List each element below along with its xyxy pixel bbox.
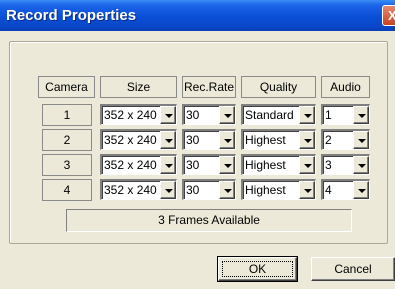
- quality-value: Highest: [245, 158, 286, 172]
- size-value: 352 x 240: [104, 133, 157, 147]
- dropdown-button[interactable]: [160, 156, 176, 174]
- chevron-down-icon: [224, 189, 232, 193]
- dropdown-button[interactable]: [160, 106, 176, 124]
- header-size: Size: [100, 76, 177, 98]
- chevron-down-icon: [165, 164, 173, 168]
- chevron-down-icon: [304, 139, 312, 143]
- title-bar[interactable]: Record Properties X: [0, 0, 395, 31]
- header-audio: Audio: [321, 76, 370, 98]
- chevron-down-icon: [304, 164, 312, 168]
- dropdown-button[interactable]: [160, 181, 176, 199]
- audio-dropdown[interactable]: 2: [321, 129, 370, 150]
- quality-dropdown[interactable]: Highest: [241, 179, 316, 200]
- chevron-down-icon: [165, 189, 173, 193]
- size-dropdown[interactable]: 352 x 240: [100, 129, 177, 150]
- size-dropdown[interactable]: 352 x 240: [100, 179, 177, 200]
- chevron-down-icon: [304, 114, 312, 118]
- chevron-down-icon: [224, 164, 232, 168]
- audio-value: 3: [325, 158, 332, 172]
- header-quality: Quality: [241, 76, 316, 98]
- ok-button[interactable]: OK: [217, 256, 298, 282]
- quality-value: Standard: [245, 108, 294, 122]
- audio-value: 4: [325, 183, 332, 197]
- dropdown-button[interactable]: [353, 156, 369, 174]
- rec-rate-value: 30: [186, 183, 200, 197]
- camera-number-cell: 2: [42, 129, 92, 151]
- dropdown-button[interactable]: [160, 131, 176, 149]
- audio-value: 2: [325, 133, 332, 147]
- frames-available-status: 3 Frames Available: [66, 209, 352, 232]
- dropdown-button[interactable]: [299, 156, 315, 174]
- camera-number-cell: 3: [42, 154, 92, 176]
- camera-number-cell: 1: [42, 104, 92, 126]
- audio-dropdown[interactable]: 4: [321, 179, 370, 200]
- audio-dropdown[interactable]: 3: [321, 154, 370, 175]
- chevron-down-icon: [224, 114, 232, 118]
- dropdown-button[interactable]: [353, 131, 369, 149]
- dropdown-button[interactable]: [219, 181, 235, 199]
- dropdown-button[interactable]: [299, 131, 315, 149]
- dropdown-button[interactable]: [353, 106, 369, 124]
- dropdown-button[interactable]: [219, 156, 235, 174]
- rec-rate-dropdown[interactable]: 30: [182, 104, 236, 125]
- close-icon: X: [388, 8, 395, 23]
- rec-rate-value: 30: [186, 158, 200, 172]
- rec-rate-dropdown[interactable]: 30: [182, 179, 236, 200]
- rec-rate-value: 30: [186, 108, 200, 122]
- header-camera: Camera: [38, 76, 95, 98]
- audio-value: 1: [325, 108, 332, 122]
- quality-dropdown[interactable]: Highest: [241, 129, 316, 150]
- quality-value: Highest: [245, 133, 286, 147]
- chevron-down-icon: [165, 139, 173, 143]
- camera-number-cell: 4: [42, 179, 92, 201]
- close-button[interactable]: X: [382, 5, 395, 26]
- chevron-down-icon: [165, 114, 173, 118]
- rec-rate-value: 30: [186, 133, 200, 147]
- dropdown-button[interactable]: [299, 106, 315, 124]
- cancel-button[interactable]: Cancel: [311, 257, 395, 281]
- chevron-down-icon: [224, 139, 232, 143]
- size-value: 352 x 240: [104, 108, 157, 122]
- window-title: Record Properties: [6, 7, 137, 24]
- rec-rate-dropdown[interactable]: 30: [182, 129, 236, 150]
- cancel-button-label: Cancel: [334, 262, 372, 276]
- quality-value: Highest: [245, 183, 286, 197]
- chevron-down-icon: [304, 189, 312, 193]
- quality-dropdown[interactable]: Highest: [241, 154, 316, 175]
- audio-dropdown[interactable]: 1: [321, 104, 370, 125]
- size-value: 352 x 240: [104, 183, 157, 197]
- chevron-down-icon: [358, 114, 366, 118]
- dropdown-button[interactable]: [299, 181, 315, 199]
- chevron-down-icon: [358, 189, 366, 193]
- size-dropdown[interactable]: 352 x 240: [100, 154, 177, 175]
- dropdown-button[interactable]: [219, 106, 235, 124]
- ok-button-label: OK: [248, 262, 267, 276]
- dropdown-button[interactable]: [353, 181, 369, 199]
- size-dropdown[interactable]: 352 x 240: [100, 104, 177, 125]
- chevron-down-icon: [358, 164, 366, 168]
- chevron-down-icon: [358, 139, 366, 143]
- quality-dropdown[interactable]: Standard: [241, 104, 316, 125]
- header-rec-rate: Rec.Rate: [182, 76, 236, 98]
- rec-rate-dropdown[interactable]: 30: [182, 154, 236, 175]
- size-value: 352 x 240: [104, 158, 157, 172]
- dropdown-button[interactable]: [219, 131, 235, 149]
